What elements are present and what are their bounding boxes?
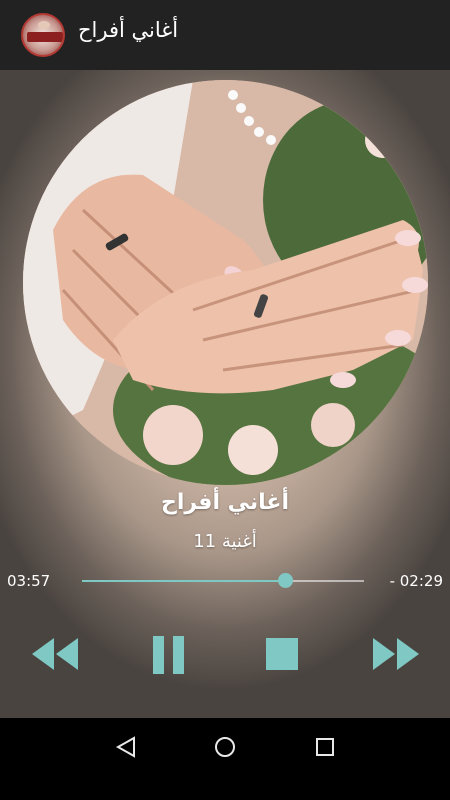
rewind-icon [32, 638, 78, 670]
time-remaining: - 02:29 [389, 572, 443, 590]
album-art [23, 80, 428, 485]
song-subtitle: أغنية 11 [193, 531, 257, 552]
seek-bar-thumb[interactable] [278, 573, 294, 588]
pause-button[interactable] [151, 636, 201, 676]
playback-controls [0, 636, 450, 676]
back-button[interactable] [112, 732, 142, 762]
app-bar: أغاني أفراح [0, 0, 450, 70]
home-circle-icon [215, 737, 235, 757]
player-area: أغاني أفراح أغنية 11 03:57 - 02:29 [0, 70, 450, 718]
home-button[interactable] [210, 732, 240, 762]
app-title: أغاني أفراح [78, 18, 179, 42]
seek-bar[interactable] [82, 573, 364, 588]
rewind-button[interactable] [31, 636, 81, 676]
app-logo-icon [21, 13, 65, 57]
stop-button[interactable] [264, 636, 314, 676]
time-elapsed: 03:57 [7, 572, 51, 590]
system-nav-bar [0, 718, 450, 800]
recents-button[interactable] [310, 732, 340, 762]
fast-forward-button[interactable] [372, 636, 422, 676]
seek-bar-progress [82, 580, 286, 582]
album-art-image [23, 80, 428, 485]
pause-icon [153, 636, 184, 674]
fast-forward-icon [373, 638, 419, 670]
back-triangle-icon [115, 736, 135, 758]
song-title: أغاني أفراح [160, 490, 290, 515]
stop-icon [266, 638, 298, 670]
recents-square-icon [316, 738, 334, 756]
